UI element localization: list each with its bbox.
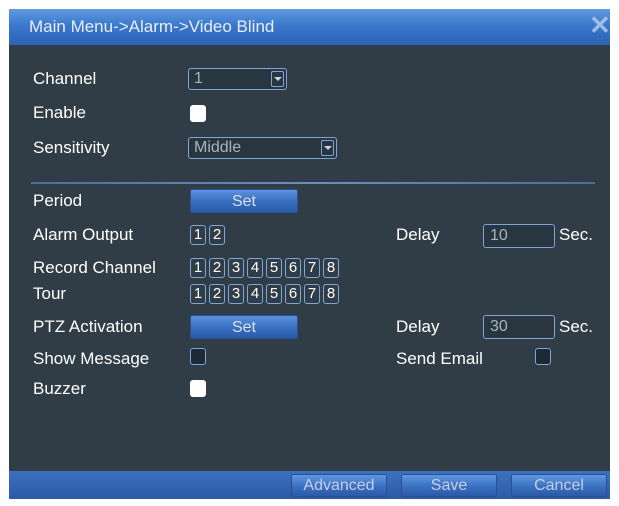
delay-input[interactable]: 30 — [483, 315, 555, 339]
tour-2[interactable]: 2 — [209, 284, 225, 304]
send-email-checkbox[interactable] — [535, 348, 551, 365]
save-button[interactable]: Save — [401, 474, 497, 497]
period-set-button[interactable]: Set — [190, 189, 298, 213]
title-bar: Main Menu->Alarm->Video Blind ✕ — [9, 9, 610, 45]
delay-label: Delay — [396, 317, 440, 336]
show-message-checkbox[interactable] — [190, 348, 206, 365]
show-message-label: Show Message — [33, 349, 150, 368]
record-channel-buttons: 1 2 3 4 5 6 7 8 — [190, 258, 339, 278]
delay-unit: Sec. — [559, 317, 594, 336]
video-blind-dialog: Main Menu->Alarm->Video Blind ✕ Channel … — [9, 9, 610, 499]
tour-7[interactable]: 7 — [304, 284, 320, 304]
record-channel-7[interactable]: 7 — [304, 258, 320, 278]
alarm-output-2[interactable]: 2 — [209, 225, 225, 245]
sensitivity-value: Middle — [194, 139, 242, 156]
sensitivity-label: Sensitivity — [33, 138, 110, 157]
enable-checkbox[interactable] — [190, 105, 206, 122]
tour-buttons: 1 2 3 4 5 6 7 8 — [190, 284, 339, 304]
chevron-down-icon[interactable] — [321, 140, 334, 156]
tour-4[interactable]: 4 — [247, 284, 263, 304]
footer-bar: Advanced Save Cancel — [9, 471, 610, 499]
alarm-output-buttons: 1 2 — [190, 225, 225, 245]
record-channel-label: Record Channel — [33, 258, 156, 277]
alarm-output-label: Alarm Output — [33, 225, 134, 244]
record-channel-5[interactable]: 5 — [266, 258, 282, 278]
record-channel-2[interactable]: 2 — [209, 258, 225, 278]
record-channel-4[interactable]: 4 — [247, 258, 263, 278]
tour-6[interactable]: 6 — [285, 284, 301, 304]
period-label: Period — [33, 191, 83, 210]
delay-label: Delay — [396, 225, 440, 244]
channel-select[interactable]: 1 — [188, 68, 287, 90]
sensitivity-select[interactable]: Middle — [188, 137, 337, 159]
tour-3[interactable]: 3 — [228, 284, 244, 304]
tour-8[interactable]: 8 — [323, 284, 339, 304]
send-email-label: Send Email — [396, 349, 483, 368]
tour-5[interactable]: 5 — [266, 284, 282, 304]
ptz-set-button[interactable]: Set — [190, 315, 298, 339]
chevron-down-icon[interactable] — [271, 71, 284, 87]
section-divider — [31, 182, 595, 184]
delay-input[interactable]: 10 — [483, 224, 555, 248]
enable-label: Enable — [33, 103, 86, 122]
record-channel-1[interactable]: 1 — [190, 258, 206, 278]
record-channel-8[interactable]: 8 — [323, 258, 339, 278]
buzzer-label: Buzzer — [33, 379, 86, 398]
record-channel-6[interactable]: 6 — [285, 258, 301, 278]
record-channel-3[interactable]: 3 — [228, 258, 244, 278]
channel-value: 1 — [194, 70, 203, 87]
advanced-button[interactable]: Advanced — [291, 474, 387, 497]
tour-label: Tour — [33, 284, 67, 303]
cancel-button[interactable]: Cancel — [511, 474, 607, 497]
dialog-title: Main Menu->Alarm->Video Blind — [29, 17, 275, 36]
alarm-output-1[interactable]: 1 — [190, 225, 206, 245]
delay-unit: Sec. — [559, 225, 594, 244]
close-icon[interactable]: ✕ — [589, 12, 610, 38]
buzzer-checkbox[interactable] — [190, 380, 206, 397]
ptz-activation-label: PTZ Activation — [33, 317, 143, 336]
channel-label: Channel — [33, 69, 97, 88]
tour-1[interactable]: 1 — [190, 284, 206, 304]
